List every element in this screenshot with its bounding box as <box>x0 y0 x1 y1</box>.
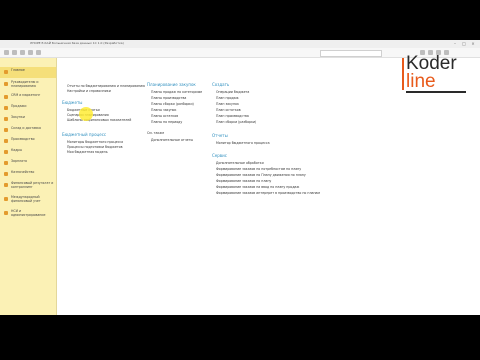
sidebar-item-warehouse[interactable]: Склад и доставка <box>0 125 56 136</box>
forward-icon[interactable] <box>28 50 33 55</box>
sidebar-item-salary[interactable]: Зарплата <box>0 158 56 169</box>
logo: Koder line <box>400 54 472 94</box>
chart-icon <box>4 82 8 86</box>
sidebar-item-admin[interactable]: НСИ и администрирование <box>0 208 56 219</box>
sidebar-item-purchases[interactable]: Закупки <box>0 114 56 125</box>
link-plan-sales[interactable]: Планы продаж по категориям <box>151 90 202 94</box>
box-icon <box>4 128 8 132</box>
link-plan-stock[interactable]: Планы остатков <box>151 114 178 118</box>
link-create-production[interactable]: План производства <box>216 114 249 118</box>
sidebar-item-planning[interactable]: Руководителю и планированию <box>0 79 56 90</box>
link-processes[interactable]: Процессы подготовки бюджетов <box>67 145 122 149</box>
link-service-5[interactable]: Формирование заказов интерпрет в произво… <box>216 191 320 195</box>
gear-icon <box>4 211 8 215</box>
window-title: ЛНОРЕ Е-КАЙ Больничная база данных 1С 1.… <box>30 41 124 45</box>
link-create-operation[interactable]: Операции бюджета <box>216 90 249 94</box>
sidebar-item-hr[interactable]: Кадры <box>0 147 56 158</box>
close-icon[interactable]: × <box>470 41 476 46</box>
money-icon <box>4 161 8 165</box>
sidebar-item-production[interactable]: Производство <box>0 136 56 147</box>
back-icon[interactable] <box>20 50 25 55</box>
cart-icon <box>4 106 8 110</box>
star-icon <box>4 70 8 74</box>
link-service-1[interactable]: Формирование заказов по потребностям по … <box>216 167 301 171</box>
logo-underline <box>406 91 466 93</box>
star-icon[interactable] <box>36 50 41 55</box>
link-service-2[interactable]: Формирование заказов по Плану движения п… <box>216 173 306 177</box>
link-plan-production[interactable]: Планы производства <box>151 96 186 100</box>
link-service-3[interactable]: Формирование заказов по плану <box>216 179 271 183</box>
factory-icon <box>4 139 8 143</box>
person-icon <box>4 150 8 154</box>
link-extra-reports[interactable]: Дополнительные отчеты <box>151 138 193 142</box>
link-create-stock[interactable]: План остатков <box>216 108 241 112</box>
menu-icon[interactable] <box>4 50 9 55</box>
section-header-plans: Планирование закупок <box>147 82 196 87</box>
link-plan-purchases[interactable]: Планы закупок <box>151 108 176 112</box>
section-header-create: Создать <box>212 82 230 87</box>
section-header-reports: Отчеты <box>212 133 228 138</box>
section-header-see-also: См. также <box>147 131 165 135</box>
home-icon[interactable] <box>12 50 17 55</box>
sidebar-item-main[interactable]: Главное <box>0 67 56 78</box>
link-templates[interactable]: Шаблоны нефинансовых показателей <box>67 118 131 122</box>
link-service-0[interactable]: Дополнительные обработки <box>216 161 264 165</box>
main-content: Отчеты по бюджетированию и планированию … <box>57 58 480 315</box>
link-monitors[interactable]: Мониторы бюджетного процесса <box>67 140 123 144</box>
link-plan-period[interactable]: Планы по периоду <box>151 120 182 124</box>
sidebar-item-international[interactable]: Международный финансовый учет <box>0 194 56 205</box>
section-header-process: Бюджетный процесс <box>62 132 107 137</box>
sidebar: Главное Руководителю и планированию CRM … <box>0 58 57 315</box>
link-budget-monitor[interactable]: Монитор бюджетного процесса <box>216 141 270 145</box>
section-header-service: Сервис <box>212 153 227 158</box>
maximize-icon[interactable]: □ <box>461 41 467 46</box>
sidebar-item-treasury[interactable]: Казначейство <box>0 169 56 180</box>
link-create-purchases[interactable]: План закупок <box>216 102 239 106</box>
link-create-sales[interactable]: План продаж <box>216 96 239 100</box>
cursor-highlight <box>79 107 93 121</box>
globe-icon <box>4 197 8 201</box>
link-model[interactable]: Моя бюджетная модель <box>67 150 108 154</box>
minimize-icon[interactable]: – <box>452 41 458 46</box>
people-icon <box>4 95 8 99</box>
sidebar-item-finance[interactable]: Финансовый результат и контроллинг <box>0 180 56 191</box>
link-create-assembly[interactable]: План сборки (разборки) <box>216 120 256 124</box>
truck-icon <box>4 117 8 121</box>
bank-icon <box>4 172 8 176</box>
link-planning-reports[interactable]: Отчеты по бюджетированию и планированию <box>67 84 145 88</box>
search-input[interactable] <box>320 50 382 57</box>
link-service-4[interactable]: Формирование заказов на ввод по плану пр… <box>216 185 299 189</box>
sidebar-item-sales[interactable]: Продажи <box>0 103 56 114</box>
calc-icon <box>4 183 8 187</box>
logo-line2: line <box>406 71 436 92</box>
section-header-budgets: Бюджеты <box>62 100 83 105</box>
sidebar-item-crm[interactable]: CRM и маркетинг <box>0 92 56 103</box>
link-settings[interactable]: Настройки и справочники <box>67 89 111 93</box>
link-plan-assembly[interactable]: Планы сборки (разборки) <box>151 102 194 106</box>
logo-bar <box>402 58 404 90</box>
